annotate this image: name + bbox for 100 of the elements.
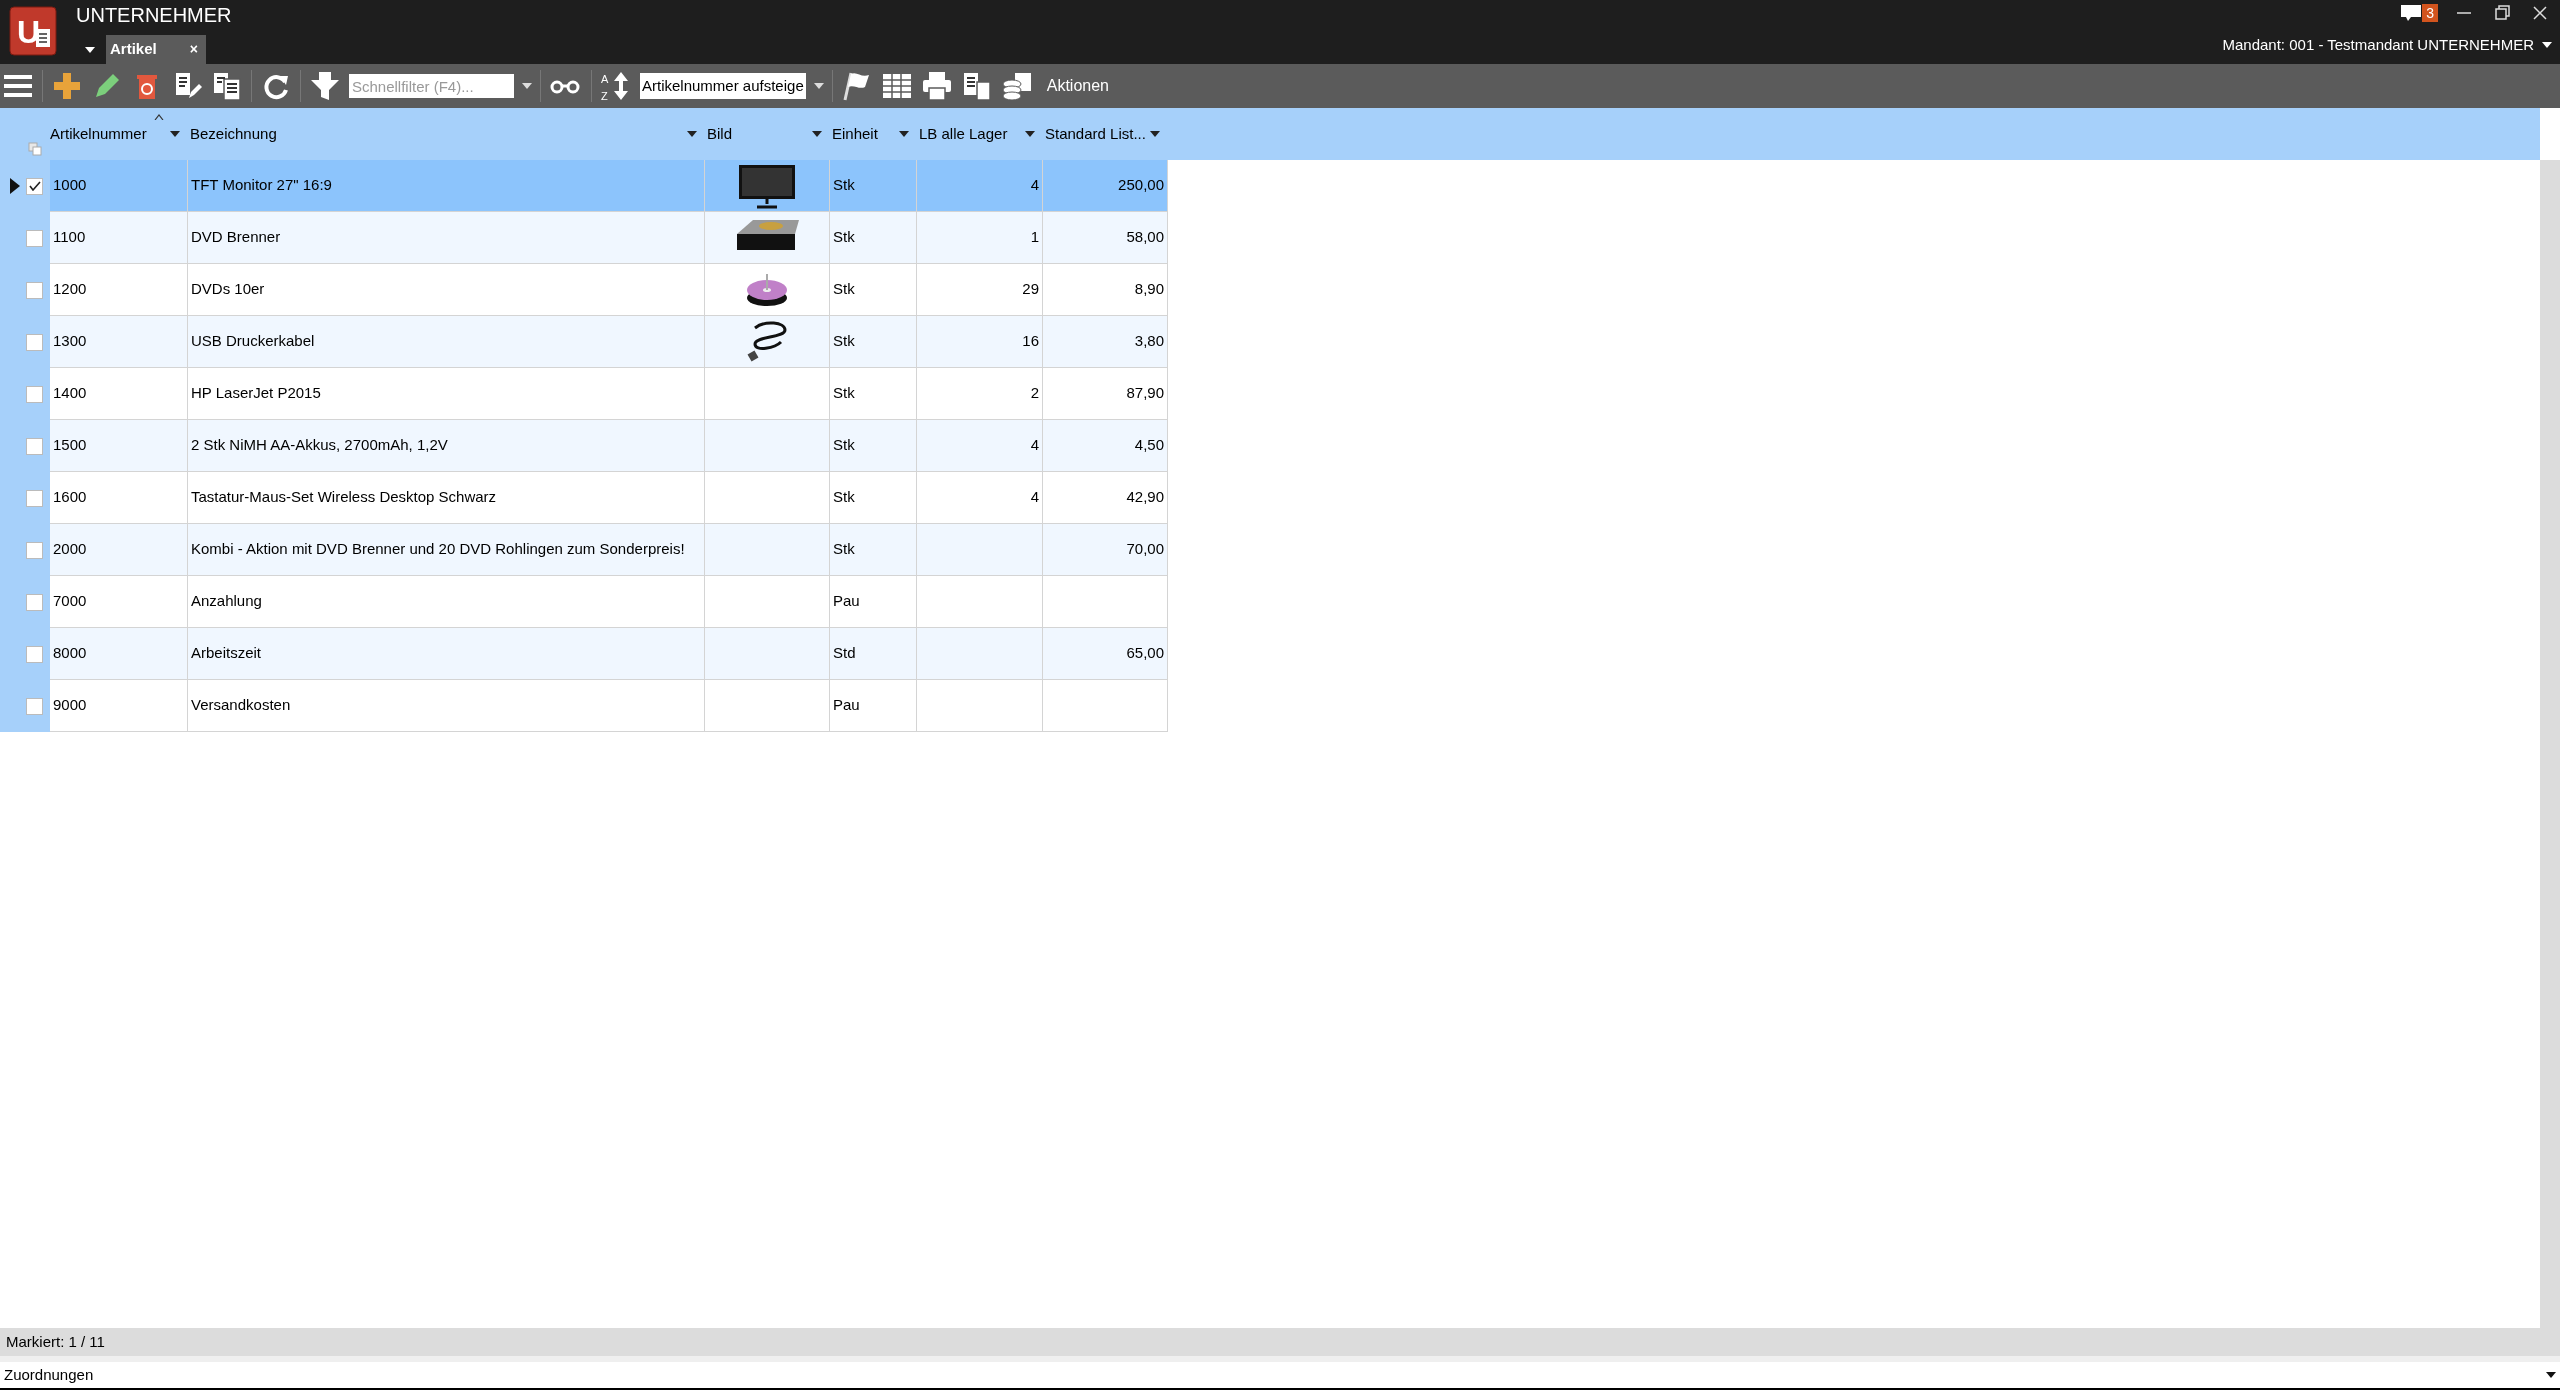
table-cell-text: 1300	[53, 331, 87, 352]
table-cell-text: 2000	[53, 539, 87, 560]
table-row[interactable]: 1400 HP LaserJet P2015 Stk 2 87,90	[0, 368, 1168, 420]
table-row[interactable]: 7000 Anzahlung Pau	[0, 576, 1168, 628]
app-title: UNTERNEHMER	[76, 3, 232, 27]
table-cell-text: 16	[1022, 331, 1039, 352]
row-checkbox[interactable]	[26, 333, 43, 351]
caret-down-icon[interactable]	[2542, 42, 2552, 49]
table-cell-text: Anzahlung	[191, 591, 262, 612]
table-cell-text: HP LaserJet P2015	[191, 383, 321, 404]
table-cell-text: 1400	[53, 383, 87, 404]
table-cell-text: 4	[1030, 175, 1039, 196]
table-cell-text: 4	[1030, 487, 1039, 508]
filter-caret-icon[interactable]	[812, 131, 822, 137]
tab-label: Artikel	[110, 39, 157, 60]
table-cell-text: 2	[1030, 383, 1039, 404]
table-row[interactable]: 1600 Tastatur-Maus-Set Wireless Desktop Schwarz Stk 4 42,90	[0, 472, 1168, 524]
table-cell-text: 7000	[53, 591, 87, 612]
table-cell-text: Stk	[833, 227, 855, 248]
tab-close-button[interactable]: ×	[189, 39, 202, 60]
column-header[interactable]: Einheit	[830, 108, 917, 160]
table-cell-text: Kombi - Aktion mit DVD Brenner und 20 DVD Rohlingen zum Sonderpreis!	[191, 539, 685, 560]
table-cell-text: 58,00	[1126, 227, 1164, 248]
add-icon[interactable]	[51, 70, 83, 102]
table-cell-text: 70,00	[1126, 539, 1164, 560]
table-row[interactable]: 1300 USB Druckerkabel Stk 16 3,80	[0, 316, 1168, 368]
table-row[interactable]: 8000 Arbeitszeit Std 65,00	[0, 628, 1168, 680]
current-row-indicator-icon	[10, 178, 20, 194]
table-row[interactable]: 9000 Versandkosten Pau	[0, 680, 1168, 732]
column-header[interactable]: Standard List...	[1043, 108, 1168, 160]
client-selector[interactable]: Mandant: 001 - Testmandant UNTERNEHMER	[2222, 34, 2534, 57]
filter-caret-icon[interactable]	[170, 131, 180, 137]
column-label: LB alle Lager	[919, 123, 1008, 144]
table-cell-text: Stk	[833, 175, 855, 196]
row-checkbox[interactable]	[26, 489, 43, 507]
quick-filter-field[interactable]: Schnellfilter (F4)...	[349, 74, 514, 98]
column-header[interactable]: Bild	[705, 108, 830, 160]
column-header[interactable]: Bezeichnung	[188, 108, 705, 160]
table-cell-text: 8000	[53, 643, 87, 664]
row-checkbox[interactable]	[26, 437, 43, 455]
row-checkbox[interactable]	[26, 281, 43, 299]
table-cell-text: 1200	[53, 279, 87, 300]
sort-order-field[interactable]: Artikelnummer aufsteige	[640, 73, 806, 99]
table-cell-text: 1600	[53, 487, 87, 508]
row-checkbox[interactable]	[26, 177, 43, 195]
table-cell-text: Stk	[833, 435, 855, 456]
table-cell-text: 29	[1022, 279, 1039, 300]
table-cell-text: DVD Brenner	[191, 227, 281, 248]
database-icon[interactable]	[1000, 70, 1033, 102]
table-cell-text: Stk	[833, 279, 855, 300]
table-cell-text: Pau	[833, 591, 860, 612]
column-header[interactable]: LB alle Lager	[917, 108, 1043, 160]
filter-caret-icon[interactable]	[899, 131, 909, 137]
printer-icon[interactable]	[920, 70, 953, 102]
row-checkbox[interactable]	[26, 593, 43, 611]
caret-down-icon[interactable]	[84, 46, 96, 54]
table-row[interactable]: 2000 Kombi - Aktion mit DVD Brenner und 20 DVD Rohlingen zum Sonderpreis! Stk 70,00	[0, 524, 1168, 576]
column-header[interactable]: Artikelnummer	[0, 108, 188, 160]
table-cell-text: Tastatur-Maus-Set Wireless Desktop Schwarz	[191, 487, 497, 508]
table-cell-text: DVDs 10er	[191, 279, 265, 300]
table-cell-text: 2 Stk NiMH AA-Akkus, 2700mAh, 1,2V	[191, 435, 448, 456]
column-label: Einheit	[832, 123, 878, 144]
filter-caret-icon[interactable]	[1150, 131, 1160, 137]
table-cell-text: 9000	[53, 695, 87, 716]
row-checkbox[interactable]	[26, 541, 43, 559]
table-cell-text: Arbeitszeit	[191, 643, 262, 664]
row-checkbox[interactable]	[26, 385, 43, 403]
row-checkbox[interactable]	[26, 645, 43, 663]
column-label: Standard List...	[1045, 123, 1146, 144]
table-cell-text: USB Druckerkabel	[191, 331, 315, 352]
table-row[interactable]: 1500 2 Stk NiMH AA-Akkus, 2700mAh, 1,2V Stk 4 4,50	[0, 420, 1168, 472]
filter-icon[interactable]	[309, 70, 341, 102]
row-checkbox[interactable]	[26, 229, 43, 247]
table-cell-text: 250,00	[1118, 175, 1164, 196]
table-row[interactable]: 1200 DVDs 10er Stk 29 8,90	[0, 264, 1168, 316]
document-tab[interactable]: Artikel ×	[106, 35, 206, 64]
table-cell-text: 4	[1030, 435, 1039, 456]
filter-caret-icon[interactable]	[1025, 131, 1035, 137]
row-checkbox[interactable]	[26, 697, 43, 715]
panel-label: Zuordnungen	[4, 1364, 94, 1385]
table-cell-text: 4,50	[1134, 435, 1164, 456]
table-cell-text: Stk	[833, 539, 855, 560]
table-cell-text: Stk	[833, 331, 855, 352]
caret-down-icon[interactable]	[2546, 1372, 2556, 1378]
column-label: Bild	[707, 123, 732, 144]
table-cell-text: Stk	[833, 487, 855, 508]
chat-bubble-icon[interactable]	[2400, 4, 2423, 22]
status-text: Markiert: 1 / 11	[6, 1331, 105, 1352]
sort-ascending-icon	[154, 114, 164, 120]
table-cell-text: 8,90	[1134, 279, 1164, 300]
table-cell-text: Pau	[833, 695, 860, 716]
table-cell-text: 65,00	[1126, 643, 1164, 664]
table-cell-text: 42,90	[1126, 487, 1164, 508]
copy-documents-icon[interactable]	[211, 70, 243, 102]
table-row[interactable]: 1100 DVD Brenner Stk 1 58,00	[0, 212, 1168, 264]
table-row[interactable]: 1000 TFT Monitor 27" 16:9 Stk 4 250,00	[0, 160, 1168, 212]
actions-menu[interactable]: Aktionen	[1046, 74, 1109, 98]
table-cell-text: 1500	[53, 435, 87, 456]
column-label: Artikelnummer	[50, 123, 147, 144]
filter-caret-icon[interactable]	[687, 131, 697, 137]
